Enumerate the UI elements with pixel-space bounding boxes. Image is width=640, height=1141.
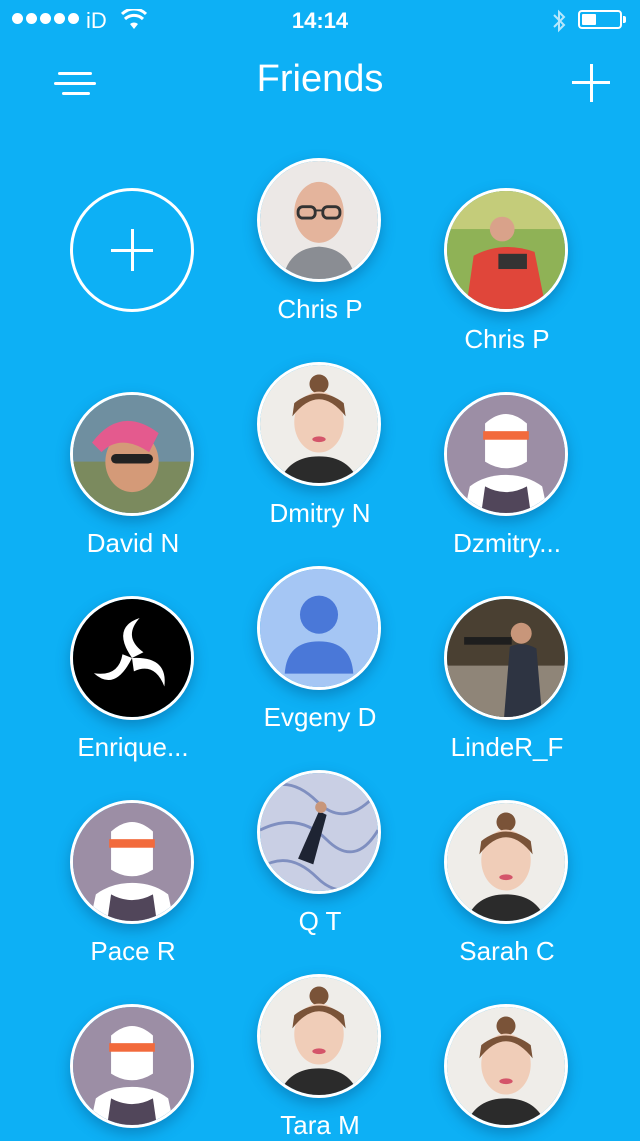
avatar[interactable] [257,770,381,894]
avatar[interactable] [444,800,568,924]
friend-name: Chris P [277,294,363,324]
avatar[interactable] [444,596,568,720]
battery-level [582,14,597,25]
bluetooth-icon [551,9,567,38]
friend-name: Enrique... [77,732,189,762]
avatar[interactable] [444,392,568,516]
status-bar: iD 14:14 [0,0,640,40]
friend-name: Q T [298,906,342,936]
friend-name: Pace R [90,936,176,966]
status-time: 14:14 [291,8,349,33]
friend-name: Sarah C [459,936,555,966]
avatar[interactable] [257,974,381,1098]
avatar[interactable] [257,566,381,690]
plus-icon[interactable] [570,62,612,104]
page-title: Friends [256,58,384,100]
battery-icon [578,10,626,29]
nav-bar: Friends [0,48,640,118]
avatar[interactable] [257,362,381,486]
avatar[interactable] [444,188,568,312]
friend-name: LindeR_F [450,732,564,762]
friend-name: Dzmitry... [453,528,561,558]
friend-name: David N [86,528,180,558]
avatar[interactable] [70,392,194,516]
avatar[interactable] [70,800,194,924]
avatar[interactable] [444,1004,568,1128]
friend-name: Tara M [280,1110,360,1140]
plus-circle-icon[interactable] [70,188,194,312]
avatar[interactable] [70,596,194,720]
avatar[interactable] [257,158,381,282]
friend-name: Chris P [464,324,550,354]
avatar[interactable] [70,1004,194,1128]
friend-name: Evgeny D [263,702,377,732]
friend-name: Dmitry N [269,498,371,528]
